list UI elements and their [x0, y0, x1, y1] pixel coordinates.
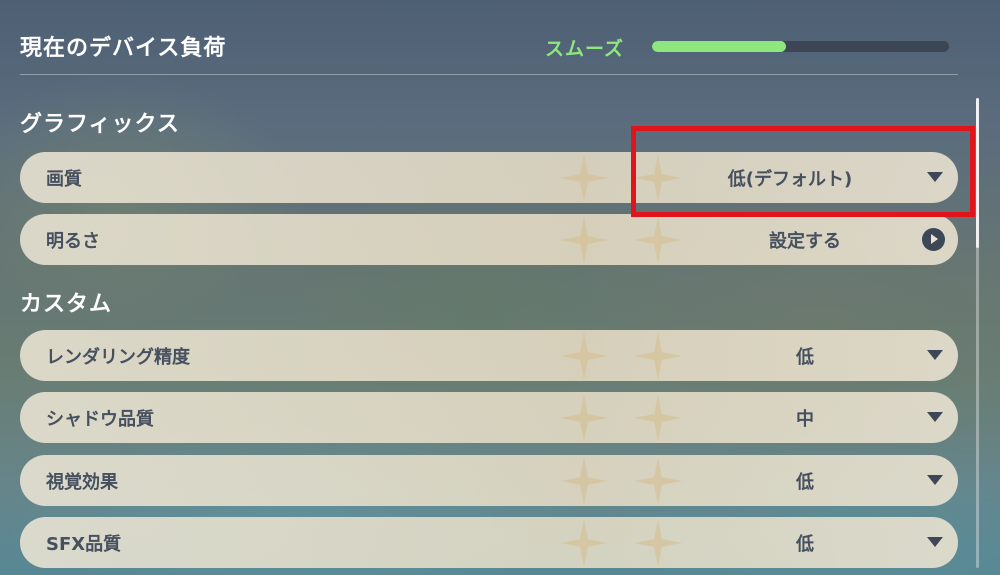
load-meter-fill [652, 41, 786, 52]
chevron-down-icon[interactable] [927, 537, 943, 547]
highlight-annotation-box [631, 126, 975, 217]
load-meter [652, 41, 949, 52]
header-divider [20, 74, 958, 75]
chevron-down-icon[interactable] [927, 475, 943, 485]
setting-row-render-resolution[interactable]: レンダリング精度 低 [20, 330, 958, 381]
setting-label: レンダリング精度 [46, 347, 190, 368]
setting-value: 設定する [769, 231, 841, 252]
setting-label: 明るさ [46, 231, 100, 252]
sparkle-decoration [560, 216, 608, 264]
setting-value: 中 [796, 409, 814, 430]
sparkle-decoration [560, 332, 608, 380]
sparkle-decoration [634, 332, 682, 380]
chevron-down-icon[interactable] [927, 412, 943, 422]
setting-value: 低 [796, 347, 814, 368]
sparkle-decoration [560, 154, 608, 202]
load-status-label: スムーズ [545, 38, 625, 60]
sparkle-decoration [634, 457, 682, 505]
setting-label: SFX品質 [46, 534, 122, 555]
sparkle-decoration [560, 394, 608, 442]
section-title-graphics: グラフィックス [20, 112, 180, 137]
sparkle-decoration [634, 216, 682, 264]
scrollbar[interactable] [976, 98, 979, 568]
sparkle-decoration [560, 457, 608, 505]
setting-label: 画質 [46, 169, 82, 190]
setting-value: 低 [796, 534, 814, 555]
setting-row-shadow-quality[interactable]: シャドウ品質 中 [20, 392, 958, 443]
sparkle-decoration [634, 394, 682, 442]
sparkle-decoration [634, 519, 682, 567]
arrow-right-icon[interactable] [922, 228, 945, 251]
section-title-custom: カスタム [20, 292, 113, 317]
page-title: 現在のデバイス負荷 [20, 36, 227, 61]
setting-value: 低 [796, 472, 814, 493]
setting-row-brightness[interactable]: 明るさ 設定する [20, 214, 958, 265]
sparkle-decoration [560, 519, 608, 567]
setting-label: シャドウ品質 [46, 409, 154, 430]
setting-row-visual-effects[interactable]: 視覚効果 低 [20, 455, 958, 506]
device-load-header: 現在のデバイス負荷 スムーズ [0, 0, 1000, 74]
scrollbar-thumb[interactable] [976, 98, 979, 248]
chevron-down-icon[interactable] [927, 350, 943, 360]
setting-label: 視覚効果 [46, 472, 118, 493]
setting-row-sfx-quality[interactable]: SFX品質 低 [20, 517, 958, 568]
